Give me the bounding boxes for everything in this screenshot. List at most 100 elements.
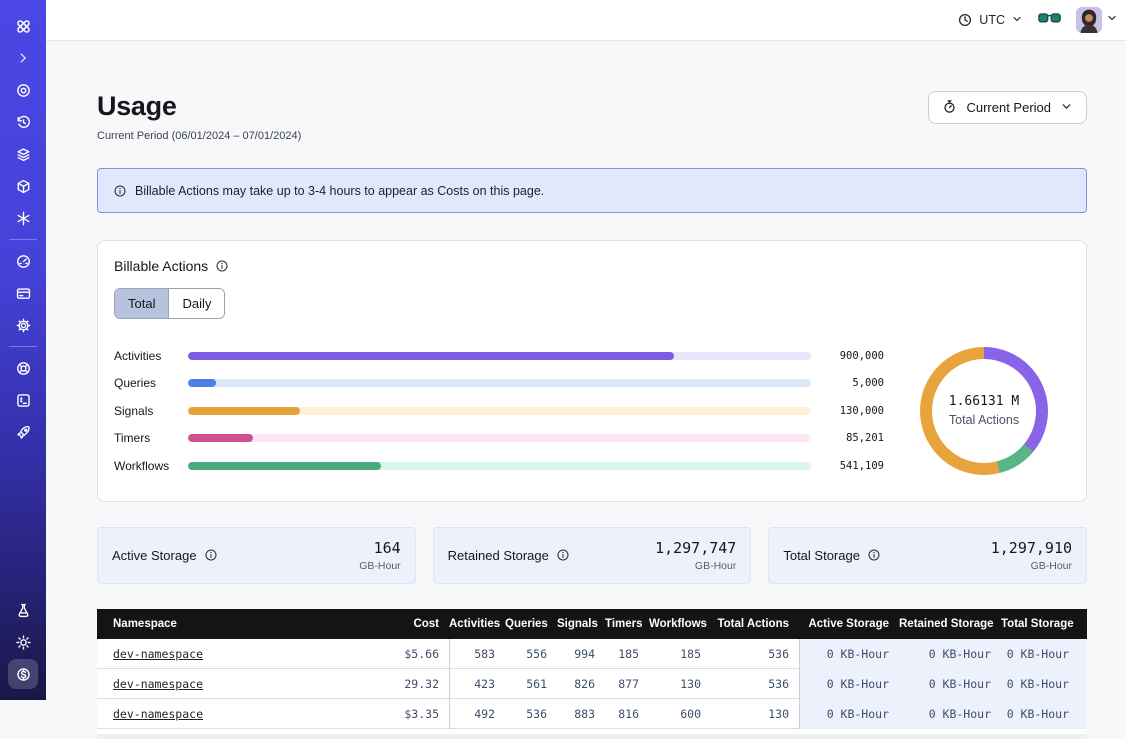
column-header-retained-storage: Retained Storage <box>899 618 1001 630</box>
current-period-label: Current Period <box>966 100 1051 115</box>
page-title: Usage <box>97 91 301 122</box>
docs-terminal-icon <box>15 392 32 409</box>
storage-card-value: 164 <box>359 539 400 557</box>
cell-activities: 583 <box>449 639 505 669</box>
feedback-glasses-icon[interactable] <box>1038 10 1061 31</box>
bar-row-timers: Timers85,201 <box>114 425 884 453</box>
cell-total-actions: 130 <box>711 707 799 721</box>
timezone-label: UTC <box>979 13 1005 27</box>
sidebar-item-usage-gauge[interactable] <box>0 245 46 277</box>
column-header-timers: Timers <box>605 618 649 630</box>
bar-value: 900,000 <box>826 350 884 362</box>
sidebar-item-batch-operations[interactable] <box>0 202 46 234</box>
storage-card-unit: GB-Hour <box>655 560 736 572</box>
temporal-logo-icon <box>14 17 33 36</box>
sidebar-item-settings-gear[interactable] <box>0 309 46 341</box>
bar-value: 541,109 <box>826 460 884 472</box>
namespace-link[interactable]: dev-namespace <box>113 707 203 721</box>
bar-row-activities: Activities900,000 <box>114 342 884 370</box>
storage-card-label: Retained Storage <box>448 548 570 563</box>
bar-label: Queries <box>114 376 188 390</box>
cell-active-storage: 0 KB-Hour <box>799 699 899 729</box>
sidebar-item-labs-flask[interactable] <box>0 594 46 626</box>
storage-card-active-storage: Active Storage 164 GB-Hour <box>97 527 416 584</box>
page-subtitle: Current Period (06/01/2024 – 07/01/2024) <box>97 130 301 142</box>
bar-track <box>188 352 811 360</box>
namespace-link[interactable]: dev-namespace <box>113 647 203 661</box>
timezone-selector[interactable]: UTC <box>957 12 1023 28</box>
storage-card-value: 1,297,910 <box>991 539 1072 557</box>
column-header-total-actions: Total Actions <box>711 618 799 630</box>
cell-queries: 536 <box>505 707 557 721</box>
column-header-active-storage: Active Storage <box>799 618 899 630</box>
current-period-dropdown[interactable]: Current Period <box>928 91 1087 124</box>
bar-value: 5,000 <box>826 377 884 389</box>
total-actions-label: Total Actions <box>949 413 1019 427</box>
chevron-down-icon <box>1060 100 1073 116</box>
cell-namespace: dev-namespace <box>97 677 361 691</box>
cell-total-actions: 536 <box>711 677 799 691</box>
sidebar-item-theme-sun[interactable] <box>0 626 46 658</box>
sidebar-item-billing-card[interactable] <box>0 277 46 309</box>
bar-row-workflows: Workflows541,109 <box>114 452 884 480</box>
sidebar-item-recent-history[interactable] <box>0 106 46 138</box>
storage-card-unit: GB-Hour <box>359 560 400 572</box>
bar-track <box>188 434 811 442</box>
column-header-namespace: Namespace <box>97 618 361 630</box>
billable-bar-chart: Activities900,000Queries5,000Signals130,… <box>114 342 884 480</box>
total-actions-value: 1.66131 M <box>949 394 1019 409</box>
theme-sun-icon <box>15 634 32 651</box>
table-row: dev-namespace$3.354925368838166001300 KB… <box>97 699 1087 729</box>
storage-card-label: Active Storage <box>112 548 218 563</box>
column-header-activities: Activities <box>449 618 505 630</box>
namespace-link[interactable]: dev-namespace <box>113 677 203 691</box>
table-header-row: NamespaceCostActivitiesQueriesSignalsTim… <box>97 609 1087 639</box>
column-header-signals: Signals <box>557 618 605 630</box>
info-icon[interactable] <box>556 548 570 562</box>
tab-daily[interactable]: Daily <box>168 289 224 318</box>
bar-fill <box>188 462 381 470</box>
table-bottom-strip <box>97 734 1087 739</box>
expand-sidebar-icon <box>16 51 30 65</box>
cell-queries: 561 <box>505 677 557 691</box>
sidebar-item-nexus-cube[interactable] <box>0 170 46 202</box>
usage-gauge-icon <box>15 253 32 270</box>
info-icon <box>113 184 127 198</box>
sidebar-item-pricing-dollar[interactable] <box>0 658 46 690</box>
cell-cost: 29.32 <box>361 677 449 691</box>
tab-total[interactable]: Total <box>115 289 168 318</box>
info-icon[interactable] <box>215 259 229 273</box>
cell-workflows: 185 <box>649 647 711 661</box>
sidebar-item-docs-terminal[interactable] <box>0 384 46 416</box>
cell-signals: 826 <box>557 677 605 691</box>
cell-retained-storage: 0 KB-Hour <box>899 639 1001 669</box>
namespaces-icon <box>15 82 32 99</box>
column-header-cost: Cost <box>361 618 449 630</box>
chevron-down-icon <box>1011 13 1023 28</box>
cell-timers: 185 <box>605 647 649 661</box>
info-banner-text: Billable Actions may take up to 3-4 hour… <box>135 184 544 198</box>
labs-flask-icon <box>15 602 32 619</box>
deployments-icon <box>15 146 32 163</box>
info-icon[interactable] <box>204 548 218 562</box>
table-row: dev-namespace29.324235618268771305360 KB… <box>97 669 1087 699</box>
user-menu[interactable] <box>1076 7 1118 33</box>
sidebar <box>0 0 46 700</box>
sidebar-item-support-lifebuoy[interactable] <box>0 352 46 384</box>
bar-fill <box>188 407 300 415</box>
bar-fill <box>188 352 674 360</box>
topbar: UTC <box>46 0 1126 41</box>
active-item-highlight <box>8 659 38 689</box>
column-header-queries: Queries <box>505 618 557 630</box>
sidebar-item-deployments[interactable] <box>0 138 46 170</box>
chevron-down-icon <box>1106 11 1118 29</box>
bar-track <box>188 407 811 415</box>
sidebar-item-namespaces[interactable] <box>0 74 46 106</box>
sidebar-item-getting-started-rocket[interactable] <box>0 416 46 448</box>
bar-value: 85,201 <box>826 432 884 444</box>
pricing-dollar-icon <box>15 666 32 683</box>
sidebar-item-expand-sidebar[interactable] <box>0 42 46 74</box>
sidebar-item-temporal-logo[interactable] <box>0 10 46 42</box>
info-icon[interactable] <box>867 548 881 562</box>
bar-fill <box>188 379 216 387</box>
